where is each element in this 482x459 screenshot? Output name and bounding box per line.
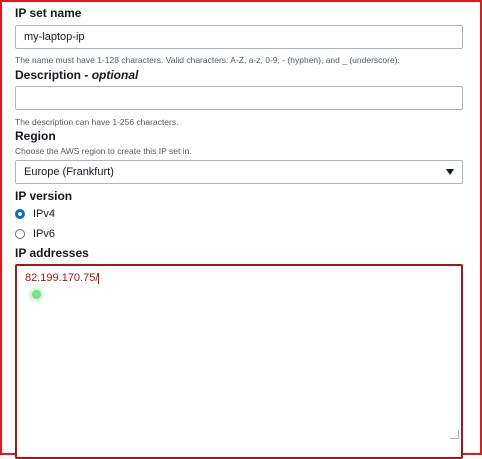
ip-set-name-label: IP set name	[15, 6, 82, 20]
description-label-text: Description	[15, 68, 82, 82]
ip-set-name-input[interactable]: my-laptop-ip	[15, 25, 463, 49]
ip-version-label: IP version	[15, 189, 73, 203]
radio-checked-icon[interactable]	[15, 209, 25, 219]
caret-down-icon	[446, 169, 454, 175]
radio-ipv6-label: IPv6	[33, 228, 56, 240]
region-selected-value: Europe (Frankfurt)	[24, 166, 114, 178]
ip-set-name-hint: The name must have 1-128 characters. Val…	[15, 55, 400, 65]
radio-ipv6[interactable]: IPv6	[15, 228, 55, 240]
radio-ipv4-label: IPv4	[33, 208, 56, 220]
ip-addresses-value: 82.199.170.75/	[25, 272, 99, 284]
resize-handle-icon[interactable]	[450, 430, 459, 439]
mouse-cursor-highlight-icon	[32, 290, 41, 299]
radio-ipv4[interactable]: IPv4	[15, 208, 55, 220]
ip-set-name-value: my-laptop-ip	[24, 31, 85, 43]
optional-tag: optional	[91, 68, 139, 82]
region-hint: Choose the AWS region to create this IP …	[15, 146, 192, 156]
ip-addresses-label: IP addresses	[15, 246, 89, 260]
ip-addresses-textarea[interactable]: 82.199.170.75/	[15, 264, 463, 459]
text-caret	[98, 272, 100, 284]
description-hint: The description can have 1-256 character…	[15, 117, 179, 127]
radio-unchecked-icon[interactable]	[15, 229, 25, 239]
description-input[interactable]	[15, 86, 463, 110]
region-label: Region	[15, 129, 56, 143]
description-label: Description - optional	[15, 68, 139, 82]
region-select[interactable]: Europe (Frankfurt)	[15, 160, 463, 184]
